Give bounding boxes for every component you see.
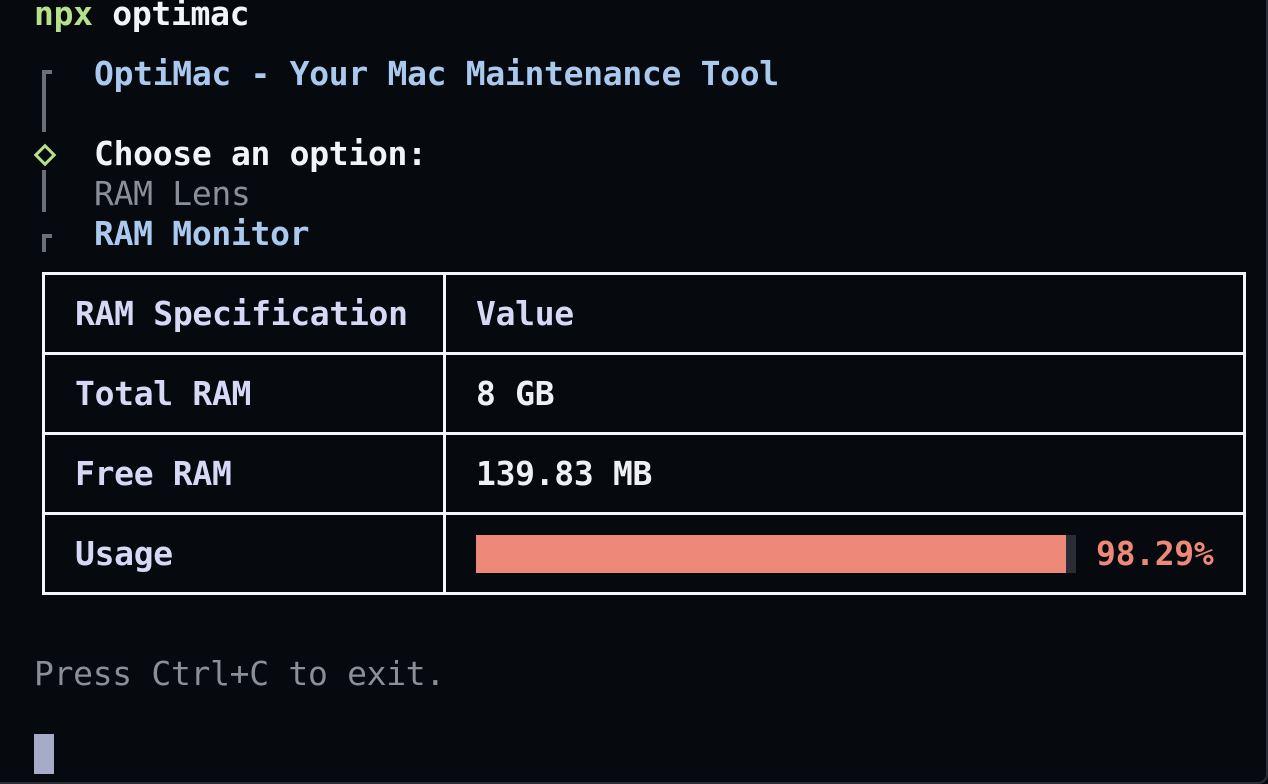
usage-percent: 98.29% xyxy=(1096,533,1214,573)
ram-table: RAM Specification Value Total RAM 8 GB F… xyxy=(42,272,1246,595)
app-title: OptiMac - Your Mac Maintenance Tool xyxy=(94,54,779,93)
row-label-free-ram: Free RAM xyxy=(42,432,446,515)
exit-hint: Press Ctrl+C to exit. xyxy=(34,654,445,693)
menu-option-ram-lens[interactable]: RAM Lens xyxy=(94,174,251,214)
row-value-usage: 98.29% xyxy=(443,512,1246,595)
row-value-total-ram: 8 GB xyxy=(443,352,1246,435)
table-row: Usage 98.29% xyxy=(42,512,1246,595)
usage-bar-track xyxy=(476,534,1076,573)
usage-meter: 98.29% xyxy=(476,534,1243,574)
terminal-cursor xyxy=(34,734,54,774)
command-prefix: npx xyxy=(34,0,93,33)
table-header-row: RAM Specification Value xyxy=(42,272,1246,355)
table-row: Total RAM 8 GB xyxy=(42,352,1246,435)
row-label-total-ram: Total RAM xyxy=(42,352,446,435)
menu-prompt: Choose an option: xyxy=(94,134,427,173)
usage-bar-fill xyxy=(476,534,1066,573)
rail-corner-bottom-tick xyxy=(42,234,52,238)
header-value: Value xyxy=(443,272,1246,355)
rail-segment-bottom xyxy=(42,170,46,212)
row-value-free-ram: 139.83 MB xyxy=(443,432,1246,515)
table-row: Free RAM 139.83 MB xyxy=(42,432,1246,515)
menu-option-ram-monitor[interactable]: RAM Monitor xyxy=(94,214,310,254)
rail-segment-top xyxy=(42,70,46,132)
command-line: npx optimac xyxy=(34,0,250,34)
header-spec: RAM Specification xyxy=(42,272,446,355)
row-label-usage: Usage xyxy=(42,512,446,595)
command-name: optimac xyxy=(112,0,250,33)
